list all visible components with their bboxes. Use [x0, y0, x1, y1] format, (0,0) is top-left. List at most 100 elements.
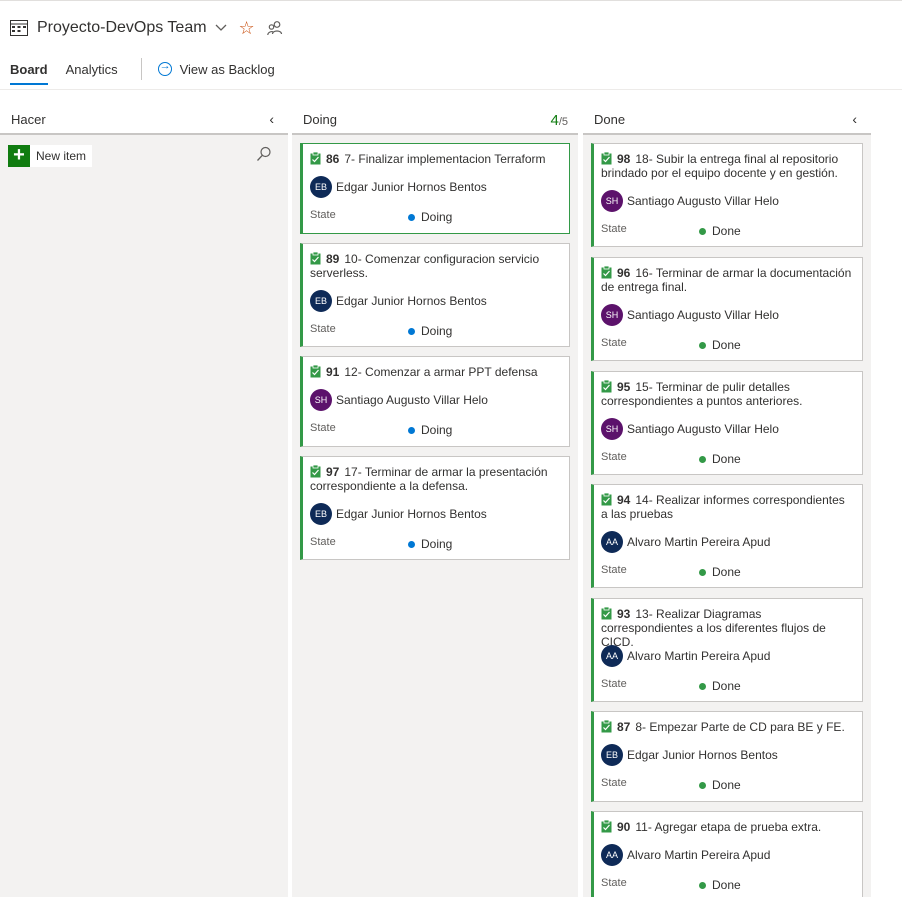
card-title: 86 7- Finalizar implementacion Terraform [310, 152, 561, 166]
state-value[interactable]: Done [699, 452, 741, 466]
state-value[interactable]: Doing [408, 537, 452, 551]
assignee[interactable]: SH Santiago Augusto Villar Helo [601, 190, 779, 212]
tabs-divider [140, 58, 142, 80]
avatar: SH [310, 389, 332, 411]
card-title: 89 10- Comenzar configuracion servicio se… [310, 252, 561, 280]
tab-board[interactable]: Board [10, 62, 48, 85]
work-item-card[interactable]: 94 14- Realizar informes correspondientes… [591, 484, 863, 588]
work-item-card[interactable]: 90 11- Agregar etapa de prueba extra. AA Al… [591, 811, 863, 897]
work-item-id[interactable]: 89 [326, 252, 339, 266]
work-item-card[interactable]: 96 16- Terminar de armar la documentación… [591, 257, 863, 361]
state-value[interactable]: Doing [408, 324, 452, 338]
assignee-name: Edgar Junior Hornos Bentos [627, 748, 778, 762]
work-item-title[interactable]: 14- Realizar informes correspondientes a… [601, 493, 845, 521]
state-label: State [601, 223, 627, 235]
state-label: State [601, 777, 627, 789]
state-value[interactable]: Done [699, 778, 741, 792]
work-item-title[interactable]: 13- Realizar Diagramas correspondientes … [601, 607, 826, 649]
work-item-id[interactable]: 96 [617, 266, 630, 280]
assignee[interactable]: SH Santiago Augusto Villar Helo [601, 418, 779, 440]
state-dot-icon [699, 781, 706, 789]
work-item-title[interactable]: 10- Comenzar configuracion servicio serv… [310, 252, 539, 280]
work-item-id[interactable]: 90 [617, 820, 630, 834]
state-dot-icon [699, 455, 706, 463]
state-dot-icon [408, 213, 415, 221]
work-item-title[interactable]: 18- Subir la entrega final al repositori… [601, 152, 838, 180]
avatar: EB [310, 503, 332, 525]
chevron-down-icon[interactable] [215, 24, 227, 32]
state-text: Doing [421, 537, 453, 551]
work-item-card[interactable]: 93 13- Realizar Diagramas correspondiente… [591, 598, 863, 702]
view-as-backlog-button[interactable]: View as Backlog [157, 60, 275, 77]
work-item-title[interactable]: 8- Empezar Parte de CD para BE y FE. [635, 720, 844, 734]
state-label: State [310, 209, 336, 221]
assignee[interactable]: EB Edgar Junior Hornos Bentos [310, 176, 487, 198]
assignee[interactable]: EB Edgar Junior Hornos Bentos [310, 290, 487, 312]
assignee[interactable]: SH Santiago Augusto Villar Helo [310, 389, 488, 411]
state-value[interactable]: Doing [408, 210, 452, 224]
work-item-title[interactable]: 11- Agregar etapa de prueba extra. [635, 820, 821, 834]
search-icon[interactable] [256, 146, 272, 162]
state-dot-icon [408, 540, 415, 548]
state-dot-icon [408, 426, 415, 434]
avatar: EB [310, 176, 332, 198]
team-title[interactable]: Proyecto-DevOps Team [37, 19, 207, 37]
assignee[interactable]: SH Santiago Augusto Villar Helo [601, 304, 779, 326]
state-value[interactable]: Done [699, 878, 741, 892]
state-value[interactable]: Done [699, 338, 741, 352]
assignee-name: Santiago Augusto Villar Helo [627, 194, 779, 208]
assignee-name: Santiago Augusto Villar Helo [336, 393, 488, 407]
arrow-circle-icon [157, 60, 172, 76]
work-item-title[interactable]: 7- Finalizar implementacion Terraform [344, 152, 545, 166]
avatar: EB [601, 744, 623, 766]
collapse-column-icon[interactable]: ‹ [269, 111, 274, 127]
collapse-column-icon[interactable]: ‹ [852, 111, 857, 127]
work-item-title[interactable]: 15- Terminar de pulir detalles correspon… [601, 380, 802, 408]
state-label: State [310, 422, 336, 434]
work-item-id[interactable]: 87 [617, 720, 630, 734]
work-item-card[interactable]: 95 15- Terminar de pulir detalles corresp… [591, 371, 863, 475]
work-item-id[interactable]: 95 [617, 380, 630, 394]
state-text: Done [712, 778, 741, 792]
state-label: State [310, 323, 336, 335]
work-item-title[interactable]: 16- Terminar de armar la documentación d… [601, 266, 851, 294]
work-item-id[interactable]: 93 [617, 607, 630, 621]
avatar: AA [601, 645, 623, 667]
assignee-name: Edgar Junior Hornos Bentos [336, 507, 487, 521]
work-item-id[interactable]: 94 [617, 493, 630, 507]
work-item-id[interactable]: 91 [326, 365, 339, 379]
state-text: Done [712, 452, 741, 466]
title-row: Proyecto-DevOps Team ☆ [10, 14, 283, 42]
state-dot-icon [699, 227, 706, 235]
state-value[interactable]: Done [699, 565, 741, 579]
page-header: Proyecto-DevOps Team ☆ Board Analytics V… [0, 0, 902, 90]
new-item-button[interactable]: + New item [8, 145, 93, 167]
assignee[interactable]: EB Edgar Junior Hornos Bentos [310, 503, 487, 525]
card-title: 90 11- Agregar etapa de prueba extra. [601, 820, 854, 834]
team-members-icon[interactable] [266, 20, 283, 36]
work-item-card[interactable]: 89 10- Comenzar configuracion servicio se… [300, 243, 570, 347]
card-title: 93 13- Realizar Diagramas correspondiente… [601, 607, 854, 649]
favorite-star-icon[interactable]: ☆ [239, 19, 255, 37]
work-item-id[interactable]: 97 [326, 465, 339, 479]
work-item-title[interactable]: 17- Terminar de armar la presentación co… [310, 465, 548, 493]
assignee[interactable]: AA Alvaro Martin Pereira Apud [601, 531, 770, 553]
assignee[interactable]: AA Alvaro Martin Pereira Apud [601, 844, 770, 866]
state-value[interactable]: Doing [408, 423, 452, 437]
work-item-card[interactable]: 87 8- Empezar Parte de CD para BE y FE. EB… [591, 711, 863, 802]
work-item-id[interactable]: 86 [326, 152, 339, 166]
work-item-card[interactable]: 86 7- Finalizar implementacion Terraform E… [300, 143, 570, 234]
state-label: State [601, 678, 627, 690]
avatar: EB [310, 290, 332, 312]
state-value[interactable]: Done [699, 224, 741, 238]
work-item-card[interactable]: 98 18- Subir la entrega final al reposito… [591, 143, 863, 247]
work-item-id[interactable]: 98 [617, 152, 630, 166]
work-item-title[interactable]: 12- Comenzar a armar PPT defensa [344, 365, 537, 379]
assignee[interactable]: EB Edgar Junior Hornos Bentos [601, 744, 778, 766]
column-doing: Doing 4/5 86 7- Finalizar implementacion … [292, 104, 578, 897]
work-item-card[interactable]: 91 12- Comenzar a armar PPT defensa SH Sant… [300, 356, 570, 447]
state-value[interactable]: Done [699, 679, 741, 693]
tab-analytics[interactable]: Analytics [66, 62, 118, 77]
assignee[interactable]: AA Alvaro Martin Pereira Apud [601, 645, 770, 667]
work-item-card[interactable]: 97 17- Terminar de armar la presentación … [300, 456, 570, 560]
